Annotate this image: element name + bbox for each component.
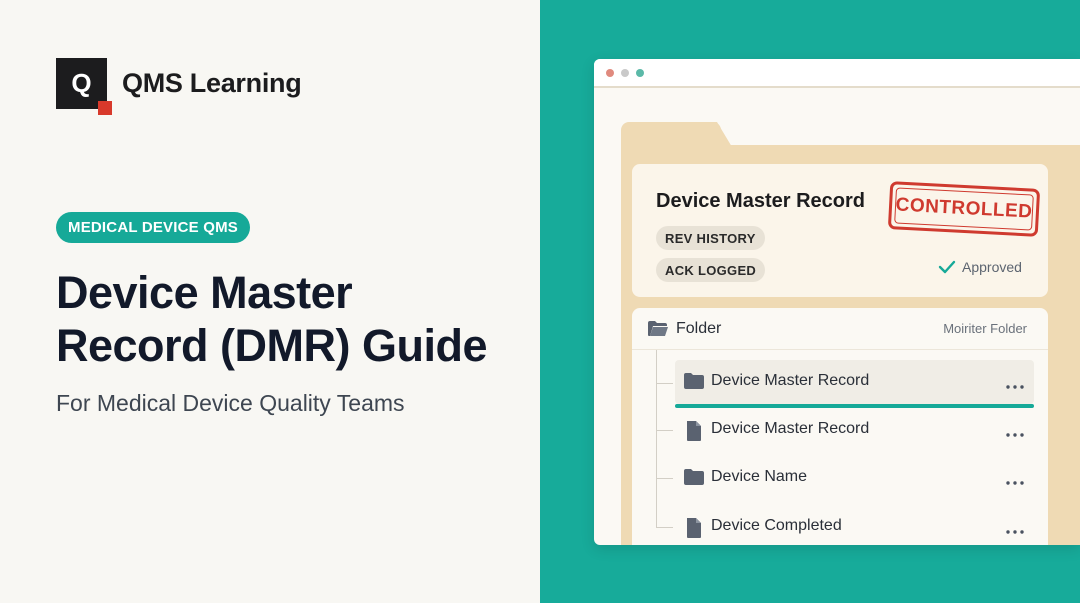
title-line-2: Record (DMR) Guide [56,320,488,371]
brand-logo[interactable]: Q QMS Learning [56,58,302,115]
logo-mark: Q [56,58,112,115]
brand-name: QMS Learning [122,68,302,98]
window-dot-maximize-icon [636,68,644,77]
file-tree-header[interactable]: Folder Moiriter Folder [632,308,1048,350]
more-options-icon[interactable] [1006,472,1024,490]
tag-ack-logged: ACK LOGGED [656,258,766,282]
file-tree-header-right: Moiriter Folder [943,321,1027,336]
list-item[interactable]: Device Completed [675,505,1034,545]
list-item[interactable]: Device Master Record [675,408,1034,452]
tree-branch [656,430,673,431]
document-icon [683,420,705,447]
page-title: Device Master Record (DMR) Guide [56,266,526,372]
controlled-stamp: CONTROLLED [887,181,1041,237]
tree-branch [656,527,673,528]
record-title: Device Master Record [656,190,865,212]
page-subtitle: For Medical Device Quality Teams [56,390,405,416]
file-tree: Folder Moiriter Folder Device Master Rec… [632,308,1048,545]
list-item[interactable]: Device Master Record [675,360,1034,408]
list-item-label: Device Master Record [711,420,870,437]
approval-status: Approved [938,259,1022,275]
folder-icon [683,372,705,395]
open-folder-icon [647,320,669,343]
more-options-icon[interactable] [1006,424,1024,442]
window-titlebar [594,59,1080,88]
more-options-icon[interactable] [1006,376,1024,394]
list-item-label: Device Completed [711,517,842,534]
illustration-panel: Device Master Record REV HISTORY ACK LOG… [540,0,1080,603]
more-options-icon[interactable] [1006,521,1024,539]
hero-panel: Q QMS Learning MEDICAL DEVICE QMS Device… [0,0,540,603]
folder-icon [683,468,705,491]
record-card: Device Master Record REV HISTORY ACK LOG… [632,164,1048,297]
checkmark-icon [938,260,956,274]
title-line-1: Device Master [56,267,353,318]
tag-rev-history: REV HISTORY [656,226,765,250]
browser-window-mockup: Device Master Record REV HISTORY ACK LOG… [594,59,1080,545]
window-dot-minimize-icon [621,68,629,77]
list-item[interactable]: Device Name [675,456,1034,500]
tree-branch [656,383,673,384]
logo-accent-square [98,101,112,115]
list-item-label: Device Master Record [711,372,870,389]
document-icon [683,517,705,544]
window-dot-close-icon [606,68,614,77]
list-item-label: Device Name [711,468,808,485]
tree-branch [656,478,673,479]
approval-status-label: Approved [962,259,1022,275]
tree-connector [656,350,657,528]
category-pill: MEDICAL DEVICE QMS [56,212,251,243]
file-tree-header-label: Folder [676,320,722,337]
